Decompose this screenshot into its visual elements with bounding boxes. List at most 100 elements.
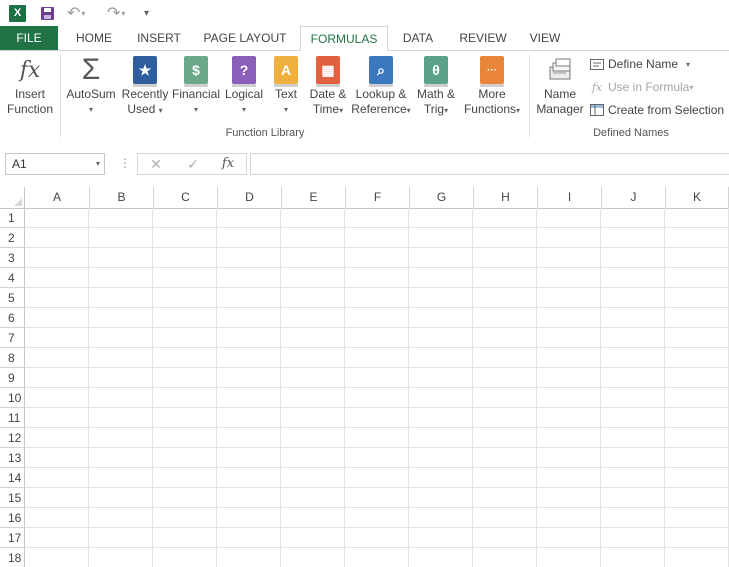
row-header-8[interactable]: 8 (0, 348, 25, 368)
tab-insert[interactable]: INSERT (129, 26, 189, 50)
cell-area[interactable] (25, 208, 729, 567)
define-name-button[interactable]: Define Name ▾ (590, 55, 690, 73)
text-button[interactable]: A Text ▾ (268, 55, 304, 117)
save-icon[interactable] (39, 3, 55, 23)
row-header-14[interactable]: 14 (0, 468, 25, 488)
column-header-a[interactable]: A (25, 187, 90, 208)
tab-data[interactable]: DATA (393, 26, 443, 50)
ribbon-tabs: FILE HOME INSERT PAGE LAYOUT FORMULAS DA… (0, 26, 729, 51)
name-manager-label-2: Manager (536, 102, 584, 116)
row-header-13[interactable]: 13 (0, 448, 25, 468)
more-functions-icon: ··· (478, 55, 506, 87)
undo-button[interactable]: ↶ ▾ (67, 3, 85, 23)
column-header-d[interactable]: D (218, 187, 282, 208)
tab-home[interactable]: HOME (66, 26, 122, 50)
cancel-icon[interactable]: ✕ (141, 154, 171, 174)
row-header-3[interactable]: 3 (0, 248, 25, 268)
lookup-reference-label-2: Reference▾ (351, 102, 411, 116)
name-box-dropdown-icon[interactable]: ▾ (96, 154, 100, 174)
math-trig-button[interactable]: θ Math & Trig▾ (412, 55, 460, 118)
column-header-f[interactable]: F (346, 187, 410, 208)
column-header-j[interactable]: J (602, 187, 666, 208)
formula-input[interactable] (250, 153, 729, 175)
financial-icon: $ (182, 55, 210, 87)
insert-function-fx-icon[interactable]: fx (213, 154, 243, 174)
more-functions-label-2: Functions▾ (463, 102, 521, 116)
more-functions-button[interactable]: ··· More Functions▾ (461, 55, 523, 118)
undo-icon: ↶ (67, 5, 81, 22)
save-icon-shape (40, 6, 54, 20)
row-header-15[interactable]: 15 (0, 488, 25, 508)
name-manager-button[interactable]: Name Manager (534, 55, 586, 117)
row-header-10[interactable]: 10 (0, 388, 25, 408)
enter-icon[interactable]: ✓ (178, 154, 208, 174)
autosum-dropdown-icon: ▾ (88, 105, 93, 114)
ribbon-separator (60, 55, 61, 137)
column-header-e[interactable]: E (282, 187, 346, 208)
ribbon-separator (529, 55, 530, 137)
row-header-17[interactable]: 17 (0, 528, 25, 548)
customize-qat-icon[interactable]: ▾ (144, 3, 149, 23)
column-header-i[interactable]: I (538, 187, 602, 208)
financial-dropdown-icon: ▾ (193, 105, 198, 114)
row-header-9[interactable]: 9 (0, 368, 25, 388)
tab-page-layout[interactable]: PAGE LAYOUT (196, 26, 294, 50)
recently-used-button[interactable]: ★ Recently Used ▾ (120, 55, 170, 118)
worksheet-grid: A B C D E F G H I J K 1 2 3 4 5 6 7 8 9 … (0, 187, 729, 567)
column-header-c[interactable]: C (154, 187, 218, 208)
row-header-16[interactable]: 16 (0, 508, 25, 528)
column-header-k[interactable]: K (666, 187, 729, 208)
financial-button[interactable]: $ Financial ▾ (170, 55, 222, 117)
select-all-button[interactable] (0, 187, 25, 208)
row-header-4[interactable]: 4 (0, 268, 25, 288)
logical-button[interactable]: ? Logical ▾ (222, 55, 266, 117)
define-name-label: Define Name (608, 57, 679, 71)
autosum-button[interactable]: Σ AutoSum ▾ (64, 55, 118, 117)
tab-file[interactable]: FILE (0, 26, 58, 50)
redo-dropdown-icon[interactable]: ▾ (121, 9, 125, 18)
tab-formulas[interactable]: FORMULAS (300, 26, 388, 51)
name-manager-label-1: Name (543, 87, 576, 101)
redo-button[interactable]: ↷ ▾ (107, 3, 125, 23)
row-header-11[interactable]: 11 (0, 408, 25, 428)
create-from-selection-icon (590, 104, 604, 116)
row-header-2[interactable]: 2 (0, 228, 25, 248)
insert-function-icon: fx (19, 57, 41, 83)
date-time-label-1: Date & (309, 87, 347, 101)
row-header-7[interactable]: 7 (0, 328, 25, 348)
ribbon-formulas: fx Insert Function Σ AutoSum ▾ ★ Recentl… (0, 51, 729, 144)
undo-dropdown-icon[interactable]: ▾ (81, 9, 85, 18)
name-box[interactable]: A1 ▾ (5, 153, 105, 175)
use-in-formula-icon: fx (591, 80, 603, 94)
row-header-6[interactable]: 6 (0, 308, 25, 328)
use-in-formula-button[interactable]: fx Use in Formula ▾ (590, 78, 694, 96)
text-icon: A (272, 55, 300, 87)
date-time-button[interactable]: ▦ Date & Time▾ (305, 55, 351, 118)
row-header-18[interactable]: 18 (0, 548, 25, 567)
column-header-b[interactable]: B (90, 187, 154, 208)
formula-bar-buttons: ✕ ✓ fx (137, 153, 247, 175)
use-in-formula-label: Use in Formula (608, 80, 690, 94)
text-label: Text (274, 87, 297, 101)
column-header-g[interactable]: G (410, 187, 474, 208)
logical-dropdown-icon: ▾ (241, 105, 246, 114)
column-headers: A B C D E F G H I J K (0, 187, 729, 209)
formula-bar: A1 ▾ ⋮ ✕ ✓ fx (0, 143, 729, 187)
tab-review[interactable]: REVIEW (453, 26, 513, 50)
excel-icon: X (9, 3, 26, 23)
autosum-label: AutoSum (66, 87, 116, 101)
lookup-reference-button[interactable]: ⌕ Lookup & Reference▾ (351, 55, 411, 118)
function-library-group-label: Function Library (225, 127, 305, 139)
text-dropdown-icon: ▾ (283, 105, 288, 114)
row-header-1[interactable]: 1 (0, 208, 25, 228)
row-header-5[interactable]: 5 (0, 288, 25, 308)
row-header-12[interactable]: 12 (0, 428, 25, 448)
create-from-selection-button[interactable]: Create from Selection (590, 101, 724, 119)
math-trig-label-1: Math & (416, 87, 455, 101)
insert-function-button[interactable]: fx Insert Function (4, 55, 56, 117)
formula-bar-resize-icon[interactable]: ⋮ (119, 156, 131, 170)
redo-icon: ↷ (107, 5, 121, 22)
column-header-h[interactable]: H (474, 187, 538, 208)
define-name-dropdown-icon: ▾ (686, 59, 691, 69)
tab-view[interactable]: VIEW (524, 26, 566, 50)
